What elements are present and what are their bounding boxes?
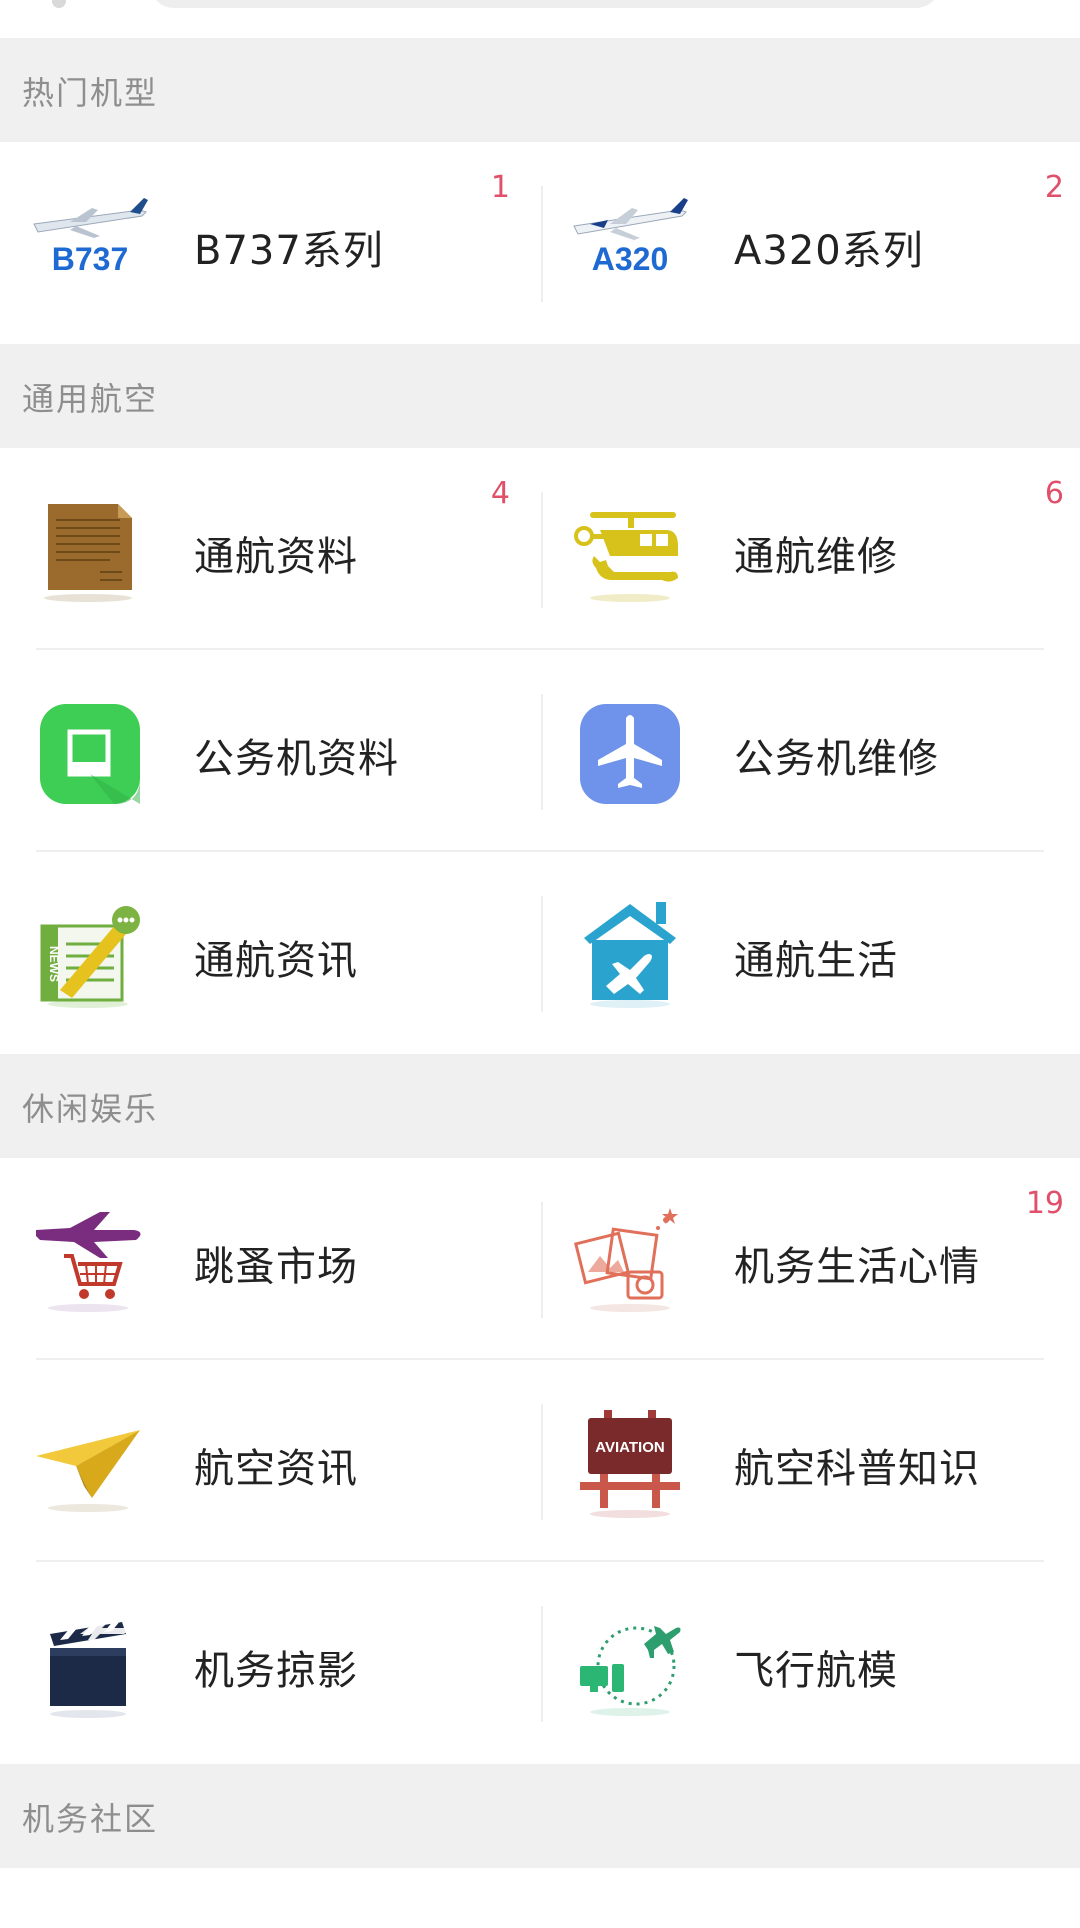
- a320-plane-logo-icon: A320: [570, 184, 690, 304]
- house-airplane-icon: [570, 894, 690, 1014]
- grid-item-label: 航空科普知识: [734, 1446, 980, 1492]
- newspaper-icon: NEWS: [30, 894, 150, 1014]
- grid-item-bizjet-maintenance[interactable]: 公务机维修: [540, 650, 1080, 852]
- section-header: 热门机型: [0, 38, 1080, 142]
- photos-camera-icon: [570, 1200, 690, 1320]
- plane-shopping-cart-icon: [30, 1200, 150, 1320]
- section-title: 通用航空: [22, 380, 159, 418]
- grid-item-ga-life[interactable]: 通航生活: [540, 852, 1080, 1054]
- grid-item-a320[interactable]: A320 A320系列 2: [540, 142, 1080, 344]
- book-icon: [30, 692, 150, 812]
- grid-row: B737 B737系列 1 A320 A320系列 2: [0, 142, 1080, 344]
- logo-text: B737: [52, 241, 129, 277]
- grid-item-ga-maintenance[interactable]: 通航维修 6: [540, 448, 1080, 650]
- logo-text: A320: [592, 241, 669, 277]
- section-header: 机务社区: [0, 1764, 1080, 1868]
- top-search-strip: [0, 0, 1080, 36]
- grid-item-flea-market[interactable]: 跳蚤市场: [0, 1158, 540, 1360]
- grid-row: NEWS 通航资讯 通航生活: [0, 852, 1080, 1054]
- count-badge: 6: [1044, 476, 1064, 511]
- grid-item-ga-news[interactable]: NEWS 通航资讯: [0, 852, 540, 1054]
- grid-item-label: 通航维修: [734, 534, 898, 580]
- section-title: 休闲娱乐: [22, 1090, 159, 1128]
- top-partial-icon: [52, 0, 66, 8]
- grid-item-label: 机务生活心情: [734, 1244, 980, 1290]
- document-icon: [30, 490, 150, 610]
- grid-row: 机务掠影 飞行航模: [0, 1562, 1080, 1764]
- grid-item-label: 通航资讯: [194, 938, 358, 984]
- grid-item-aviation-news[interactable]: 航空资讯: [0, 1360, 540, 1562]
- grid-item-label: 跳蚤市场: [194, 1244, 358, 1290]
- count-badge: 1: [490, 170, 510, 205]
- helicopter-wrench-icon: [570, 490, 690, 610]
- grid-row: 跳蚤市场 机务生活心情 19: [0, 1158, 1080, 1360]
- grid-item-b737[interactable]: B737 B737系列 1: [0, 142, 540, 344]
- grid-item-label: 公务机资料: [194, 736, 399, 782]
- grid-item-label: A320系列: [734, 228, 924, 274]
- grid-row: 公务机资料 公务机维修: [0, 650, 1080, 852]
- logo-text: NEWS: [47, 946, 61, 982]
- grid-item-maintenance-snapshots[interactable]: 机务掠影: [0, 1562, 540, 1764]
- grid-item-aviation-science[interactable]: AVIATION 航空科普知识: [540, 1360, 1080, 1562]
- section-title: 热门机型: [22, 74, 159, 112]
- grid-item-label: 通航资料: [194, 534, 358, 580]
- section-general-aviation: 通用航空 通航资料 4 通航维修 6 公务机资料 公务机维修 NEWS 通航资讯…: [0, 344, 1080, 1054]
- count-badge: 2: [1044, 170, 1064, 205]
- section-title: 机务社区: [22, 1800, 159, 1838]
- b737-plane-logo-icon: B737: [30, 184, 150, 304]
- section-hot-models: 热门机型 B737 B737系列 1 A320 A320系列 2: [0, 38, 1080, 344]
- paper-plane-icon: [30, 1402, 150, 1522]
- grid-item-bizjet-docs[interactable]: 公务机资料: [0, 650, 540, 852]
- grid-item-ga-docs[interactable]: 通航资料 4: [0, 448, 540, 650]
- count-badge: 4: [490, 476, 510, 511]
- grid-item-label: 航空资讯: [194, 1446, 358, 1492]
- grid-item-label: 公务机维修: [734, 736, 939, 782]
- grid-item-label: 机务掠影: [194, 1648, 358, 1694]
- logo-text: AVIATION: [595, 1439, 664, 1456]
- grid-row: 通航资料 4 通航维修 6: [0, 448, 1080, 650]
- section-header: 休闲娱乐: [0, 1054, 1080, 1158]
- grid-row: 航空资讯 AVIATION 航空科普知识: [0, 1360, 1080, 1562]
- count-badge: 19: [1025, 1186, 1064, 1221]
- section-leisure: 休闲娱乐 跳蚤市场 机务生活心情 19 航空资讯 AVIATION 航空科普知识…: [0, 1054, 1080, 1764]
- grid-item-flight-model[interactable]: 飞行航模: [540, 1562, 1080, 1764]
- clapperboard-icon: [30, 1604, 150, 1724]
- section-header: 通用航空: [0, 344, 1080, 448]
- grid-item-label: 通航生活: [734, 938, 898, 984]
- grid-item-maintenance-life-mood[interactable]: 机务生活心情 19: [540, 1158, 1080, 1360]
- grid-row: [0, 1868, 1080, 1928]
- grid-item-label: 飞行航模: [734, 1648, 898, 1694]
- grid-item-label: B737系列: [194, 228, 384, 274]
- aviation-sign-icon: AVIATION: [570, 1402, 690, 1522]
- section-community: 机务社区: [0, 1764, 1080, 1928]
- airplane-icon: [570, 692, 690, 812]
- search-bar[interactable]: [150, 0, 940, 8]
- computer-plane-icon: [570, 1604, 690, 1724]
